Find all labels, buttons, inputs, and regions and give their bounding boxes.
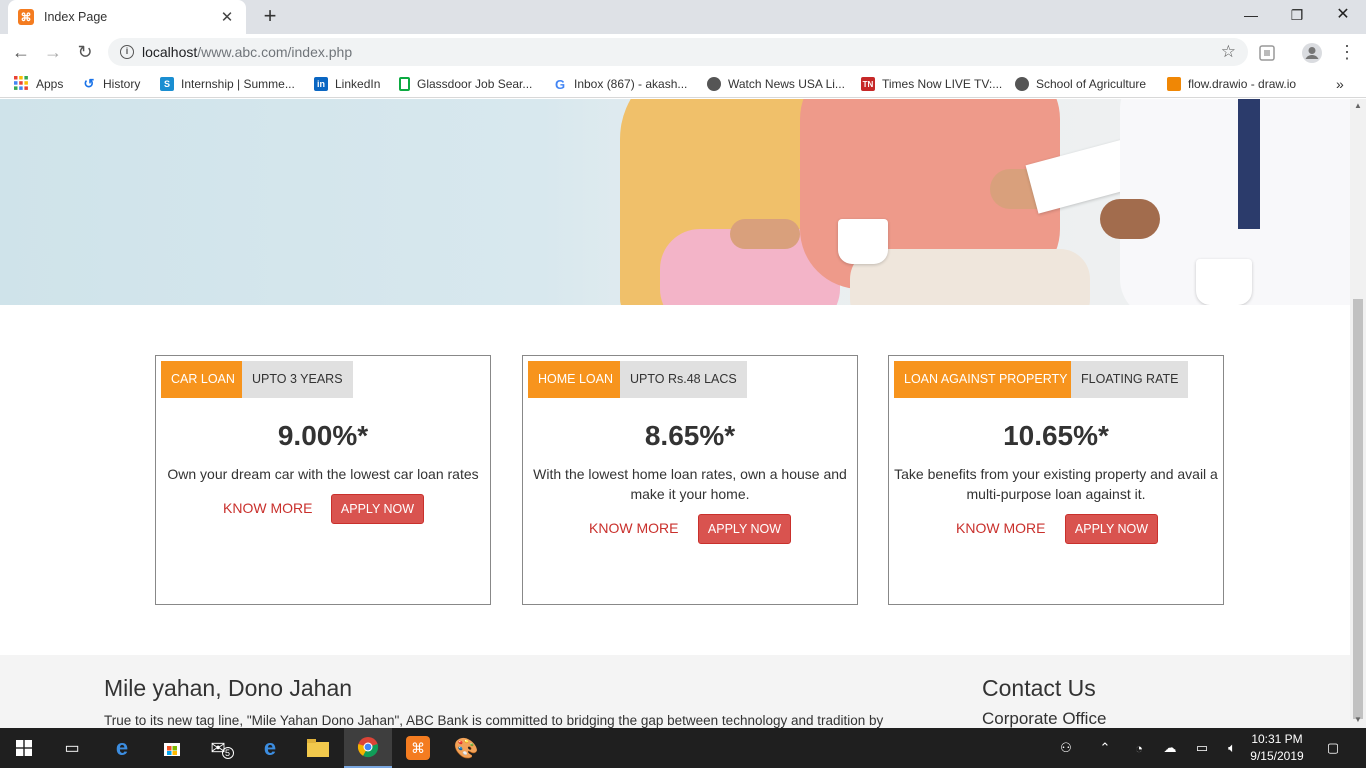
loan-tag: HOME LOAN: [528, 361, 624, 398]
battery-icon[interactable]: ▭: [1190, 728, 1214, 768]
system-clock[interactable]: 10:31 PM 9/15/2019: [1244, 731, 1310, 765]
volume-icon[interactable]: 🔈︎: [1220, 728, 1244, 768]
know-more-link[interactable]: KNOW MORE: [223, 500, 312, 516]
know-more-link[interactable]: KNOW MORE: [956, 520, 1045, 536]
apply-now-button[interactable]: APPLY NOW: [1065, 514, 1158, 544]
task-view-icon[interactable]: ▭: [48, 728, 96, 768]
bookmark-watch-news[interactable]: Watch News USA Li...: [707, 75, 845, 93]
paint-icon[interactable]: 🎨: [442, 728, 490, 768]
xampp-favicon-icon: ⌘: [18, 9, 34, 25]
close-window-button[interactable]: ✕: [1320, 0, 1366, 30]
loan-tag: LOAN AGAINST PROPERTY: [894, 361, 1078, 398]
reload-button[interactable]: ↻: [72, 40, 98, 64]
globe-icon: [707, 77, 721, 91]
corporate-office-label: Corporate Office: [982, 709, 1107, 728]
clock-time: 10:31 PM: [1251, 732, 1303, 746]
edge-icon[interactable]: e: [98, 728, 146, 768]
apply-now-button[interactable]: APPLY NOW: [698, 514, 791, 544]
linkedin-icon: in: [314, 77, 328, 91]
show-hidden-icons[interactable]: ⌃: [1094, 728, 1116, 768]
bookmark-apps[interactable]: Apps: [14, 75, 63, 93]
action-center-icon[interactable]: ▢: [1320, 728, 1346, 768]
clock-date: 9/15/2019: [1250, 749, 1304, 763]
mail-icon[interactable]: ✉ 5: [198, 728, 246, 768]
bookmarks-bar: Apps ↺ History S Internship | Summe... i…: [0, 70, 1366, 98]
contact-us-heading: Contact Us: [982, 675, 1096, 701]
history-icon: ↺: [83, 76, 95, 91]
minimize-button[interactable]: —: [1228, 0, 1274, 30]
loan-term: FLOATING RATE: [1071, 361, 1189, 398]
extension-icon[interactable]: [1256, 42, 1278, 64]
know-more-link[interactable]: KNOW MORE: [589, 520, 678, 536]
bookmark-star-icon[interactable]: ☆: [1221, 42, 1236, 62]
loan-term: UPTO 3 YEARS: [242, 361, 353, 398]
site-info-icon[interactable]: i: [120, 45, 134, 59]
internshala-icon: S: [160, 77, 174, 91]
internet-explorer-icon[interactable]: e: [246, 728, 294, 768]
coffee-cup: [838, 219, 888, 264]
xampp-icon[interactable]: ⌘: [394, 728, 442, 768]
onedrive-icon[interactable]: ☁: [1158, 728, 1182, 768]
loan-card-property: LOAN AGAINST PROPERTY FLOATING RATE 10.6…: [888, 355, 1224, 605]
apps-grid-icon: [14, 75, 28, 93]
windows-taskbar: ▭ e ✉ 5 e ⌘ 🎨 ⚇ ⌃ ◔ ☁ ▭ 🔈︎ 10:31 PM 9/15…: [0, 728, 1366, 768]
glassdoor-icon: [399, 77, 410, 91]
new-tab-button[interactable]: +: [258, 5, 282, 29]
loan-rate: 8.65%*: [644, 420, 736, 451]
scrollbar-thumb[interactable]: [1353, 299, 1363, 719]
drawio-icon: [1167, 77, 1181, 91]
windows-start-icon[interactable]: [0, 728, 48, 768]
url-text: localhost/www.abc.com/index.php: [142, 44, 353, 60]
bookmark-drawio[interactable]: flow.drawio - draw.io: [1167, 75, 1296, 93]
chrome-icon[interactable]: [344, 728, 392, 768]
footer-tagline: Mile yahan, Dono Jahan: [104, 675, 353, 701]
bookmark-history[interactable]: ↺ History: [82, 75, 141, 93]
tab-title: Index Page: [44, 10, 108, 24]
people-icon[interactable]: ⚇: [1054, 728, 1078, 768]
mail-badge: 5: [221, 747, 234, 759]
loan-rate: 9.00%*: [277, 420, 369, 451]
address-bar[interactable]: i localhost/www.abc.com/index.php ☆: [108, 38, 1248, 66]
coffee-cup: [1196, 259, 1252, 305]
loan-description: Take benefits from your existing propert…: [894, 466, 1218, 502]
profile-avatar-icon[interactable]: [1301, 42, 1323, 64]
google-icon: G: [554, 76, 566, 92]
browser-toolbar: ← → ↻ i localhost/www.abc.com/index.php …: [0, 34, 1366, 70]
file-explorer-icon[interactable]: [294, 728, 342, 768]
forward-button[interactable]: →: [40, 40, 66, 64]
tab-strip: ⌘ Index Page ✕ + — ❐ ✕: [0, 0, 1366, 34]
footer-about-text: True to its new tag line, "Mile Yahan Do…: [104, 713, 884, 728]
loan-term: UPTO Rs.48 LACS: [620, 361, 747, 398]
loan-card-home: HOME LOAN UPTO Rs.48 LACS 8.65%* With th…: [522, 355, 858, 605]
timesnow-icon: TN: [861, 77, 875, 91]
loan-tag: CAR LOAN: [161, 361, 245, 398]
apply-now-button[interactable]: APPLY NOW: [331, 494, 424, 524]
close-tab-icon[interactable]: ✕: [218, 8, 236, 26]
scroll-down-icon[interactable]: ▼: [1354, 715, 1362, 724]
page-scrollbar[interactable]: ▲ ▼: [1350, 99, 1366, 728]
more-bookmarks-icon[interactable]: »: [1336, 75, 1344, 93]
loan-card-car: CAR LOAN UPTO 3 YEARS 9.00%* Own your dr…: [155, 355, 491, 605]
network-icon[interactable]: ◔: [1128, 728, 1150, 768]
bookmark-linkedin[interactable]: in LinkedIn: [314, 75, 380, 93]
globe-icon: [1015, 77, 1029, 91]
bookmark-glassdoor[interactable]: Glassdoor Job Sear...: [399, 75, 532, 93]
back-button[interactable]: ←: [8, 40, 34, 64]
bookmark-internship[interactable]: S Internship | Summe...: [160, 75, 295, 93]
bookmark-school-agriculture[interactable]: School of Agriculture: [1015, 75, 1146, 93]
browser-tab[interactable]: ⌘ Index Page ✕: [8, 0, 246, 34]
hero-banner-image: [0, 99, 1350, 305]
scroll-up-icon[interactable]: ▲: [1354, 101, 1362, 110]
loan-description: With the lowest home loan rates, own a h…: [533, 466, 847, 502]
bookmark-times-now[interactable]: TN Times Now LIVE TV:...: [861, 75, 1002, 93]
loan-description: Own your dream car with the lowest car l…: [167, 466, 479, 482]
page-viewport: CAR LOAN UPTO 3 YEARS 9.00%* Own your dr…: [0, 99, 1350, 728]
footer-section: Mile yahan, Dono Jahan True to its new t…: [0, 655, 1350, 728]
bookmark-inbox[interactable]: G Inbox (867) - akash...: [553, 75, 687, 93]
loan-rate: 10.65%*: [1003, 420, 1109, 451]
restore-button[interactable]: ❐: [1274, 0, 1320, 30]
store-icon[interactable]: [148, 728, 196, 768]
menu-kebab-icon[interactable]: ⋮: [1336, 42, 1358, 64]
